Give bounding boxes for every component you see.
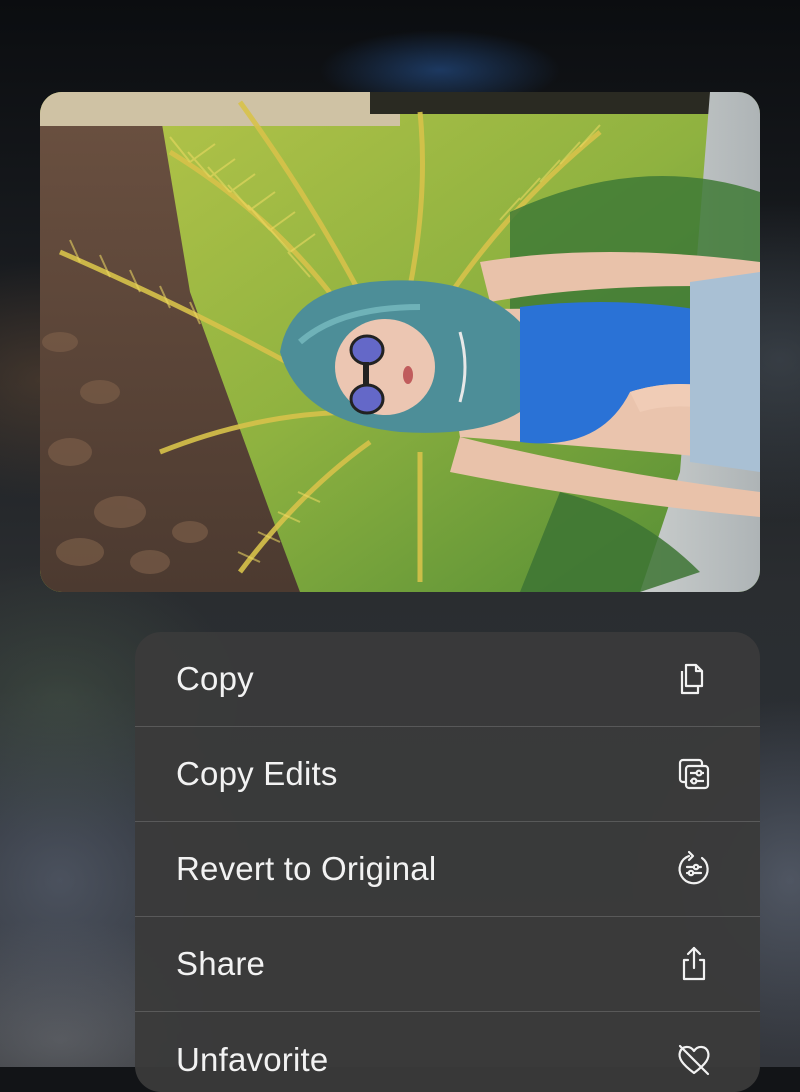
menu-item-share[interactable]: Share — [135, 917, 760, 1012]
menu-item-unfavorite[interactable]: Unfavorite — [135, 1012, 760, 1092]
menu-item-label: Unfavorite — [176, 1040, 329, 1078]
copy-edits-icon — [674, 754, 714, 794]
revert-icon — [674, 849, 714, 889]
copy-icon — [674, 659, 714, 699]
context-menu: Copy Copy Edits Revert to Original Share… — [135, 632, 760, 1092]
menu-item-label: Share — [176, 945, 266, 982]
photo-preview[interactable] — [40, 92, 760, 592]
share-icon — [674, 944, 714, 984]
menu-item-copy[interactable]: Copy — [135, 632, 760, 727]
photo-image — [40, 92, 760, 592]
menu-item-copy-edits[interactable]: Copy Edits — [135, 727, 760, 822]
menu-item-revert-to-original[interactable]: Revert to Original — [135, 822, 760, 917]
menu-item-label: Copy Edits — [176, 755, 338, 792]
menu-item-label: Copy — [176, 660, 254, 697]
menu-item-label: Revert to Original — [176, 850, 437, 887]
unfavorite-heart-icon — [674, 1040, 714, 1080]
